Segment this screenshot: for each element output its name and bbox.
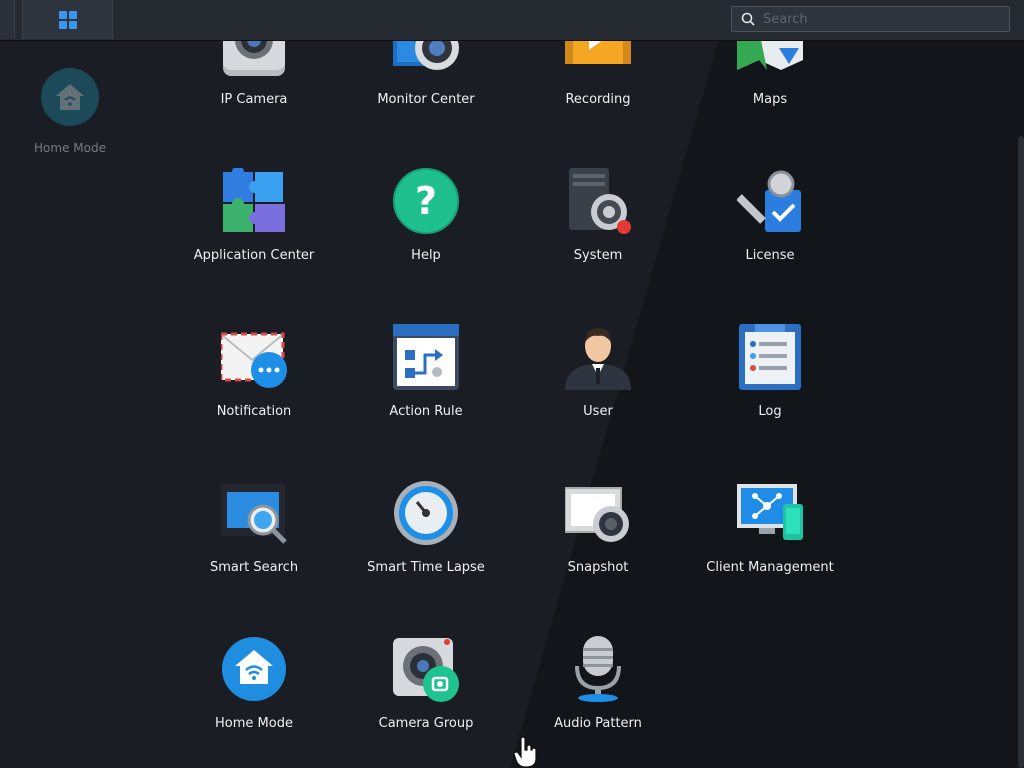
app-action-rule[interactable]: Action Rule: [340, 324, 512, 454]
app-license[interactable]: License: [684, 168, 856, 298]
user-icon: [565, 328, 631, 390]
app-snapshot[interactable]: Snapshot: [512, 480, 684, 610]
taskbar-edge: [0, 0, 15, 39]
smart-search-icon: [221, 484, 287, 544]
search-input[interactable]: [761, 10, 995, 28]
help-icon: ?: [393, 168, 459, 234]
grid-menu-icon: [58, 10, 77, 29]
app-label: User: [583, 404, 613, 419]
app-label: Log: [758, 404, 782, 419]
app-label: Application Center: [193, 248, 315, 263]
app-home-mode[interactable]: Home Mode: [168, 636, 340, 766]
system-gear-icon: [569, 168, 631, 234]
app-label: Help: [411, 248, 441, 263]
app-label: IP Camera: [220, 92, 288, 107]
svg-text:?: ?: [415, 179, 437, 223]
app-label: Client Management: [706, 560, 834, 575]
microphone-icon: [575, 636, 621, 702]
app-label: Home Mode: [215, 716, 293, 731]
app-smart-search[interactable]: Smart Search: [168, 480, 340, 610]
app-label: Maps: [752, 92, 788, 107]
home-wifi-icon: [222, 637, 286, 701]
search-icon: [741, 12, 755, 26]
app-client-management[interactable]: Client Management: [684, 480, 856, 610]
app-label: Smart Time Lapse: [367, 560, 485, 575]
camera-group-icon: [393, 638, 459, 702]
app-label: Recording: [565, 92, 631, 107]
app-label: Camera Group: [378, 716, 474, 731]
hand-cursor-icon: [513, 737, 537, 768]
log-icon: [739, 324, 801, 390]
desktop-shortcut-label: Home Mode: [34, 141, 106, 155]
app-label: Action Rule: [389, 404, 463, 419]
puzzle-icon: [223, 168, 285, 232]
app-log[interactable]: Log: [684, 324, 856, 454]
timer-icon: [394, 481, 458, 545]
app-label: Monitor Center: [377, 92, 475, 107]
top-taskbar: [0, 0, 1024, 41]
app-system[interactable]: System: [512, 168, 684, 298]
main-menu-button[interactable]: [22, 0, 113, 39]
action-rule-icon: [393, 324, 459, 390]
app-label: Smart Search: [209, 560, 299, 575]
app-label: License: [745, 248, 795, 263]
desktop-shortcut-home-mode[interactable]: Home Mode: [30, 68, 110, 155]
app-label: Notification: [216, 404, 292, 419]
client-management-icon: [737, 484, 803, 540]
license-key-icon: [737, 170, 801, 232]
notification-envelope-icon: [221, 332, 287, 388]
app-help[interactable]: ? Help: [340, 168, 512, 298]
app-notification[interactable]: Notification: [168, 324, 340, 454]
app-smart-time-lapse[interactable]: Smart Time Lapse: [340, 480, 512, 610]
app-label: Audio Pattern: [554, 716, 642, 731]
home-wifi-icon: [41, 68, 99, 126]
scrollbar[interactable]: [1018, 136, 1024, 768]
search-box[interactable]: [731, 6, 1010, 32]
app-camera-group[interactable]: Camera Group: [340, 636, 512, 766]
app-application-center[interactable]: Application Center: [168, 168, 340, 298]
app-label: System: [573, 248, 623, 263]
snapshot-icon: [565, 487, 629, 542]
app-user[interactable]: User: [512, 324, 684, 454]
app-label: Snapshot: [567, 560, 629, 575]
